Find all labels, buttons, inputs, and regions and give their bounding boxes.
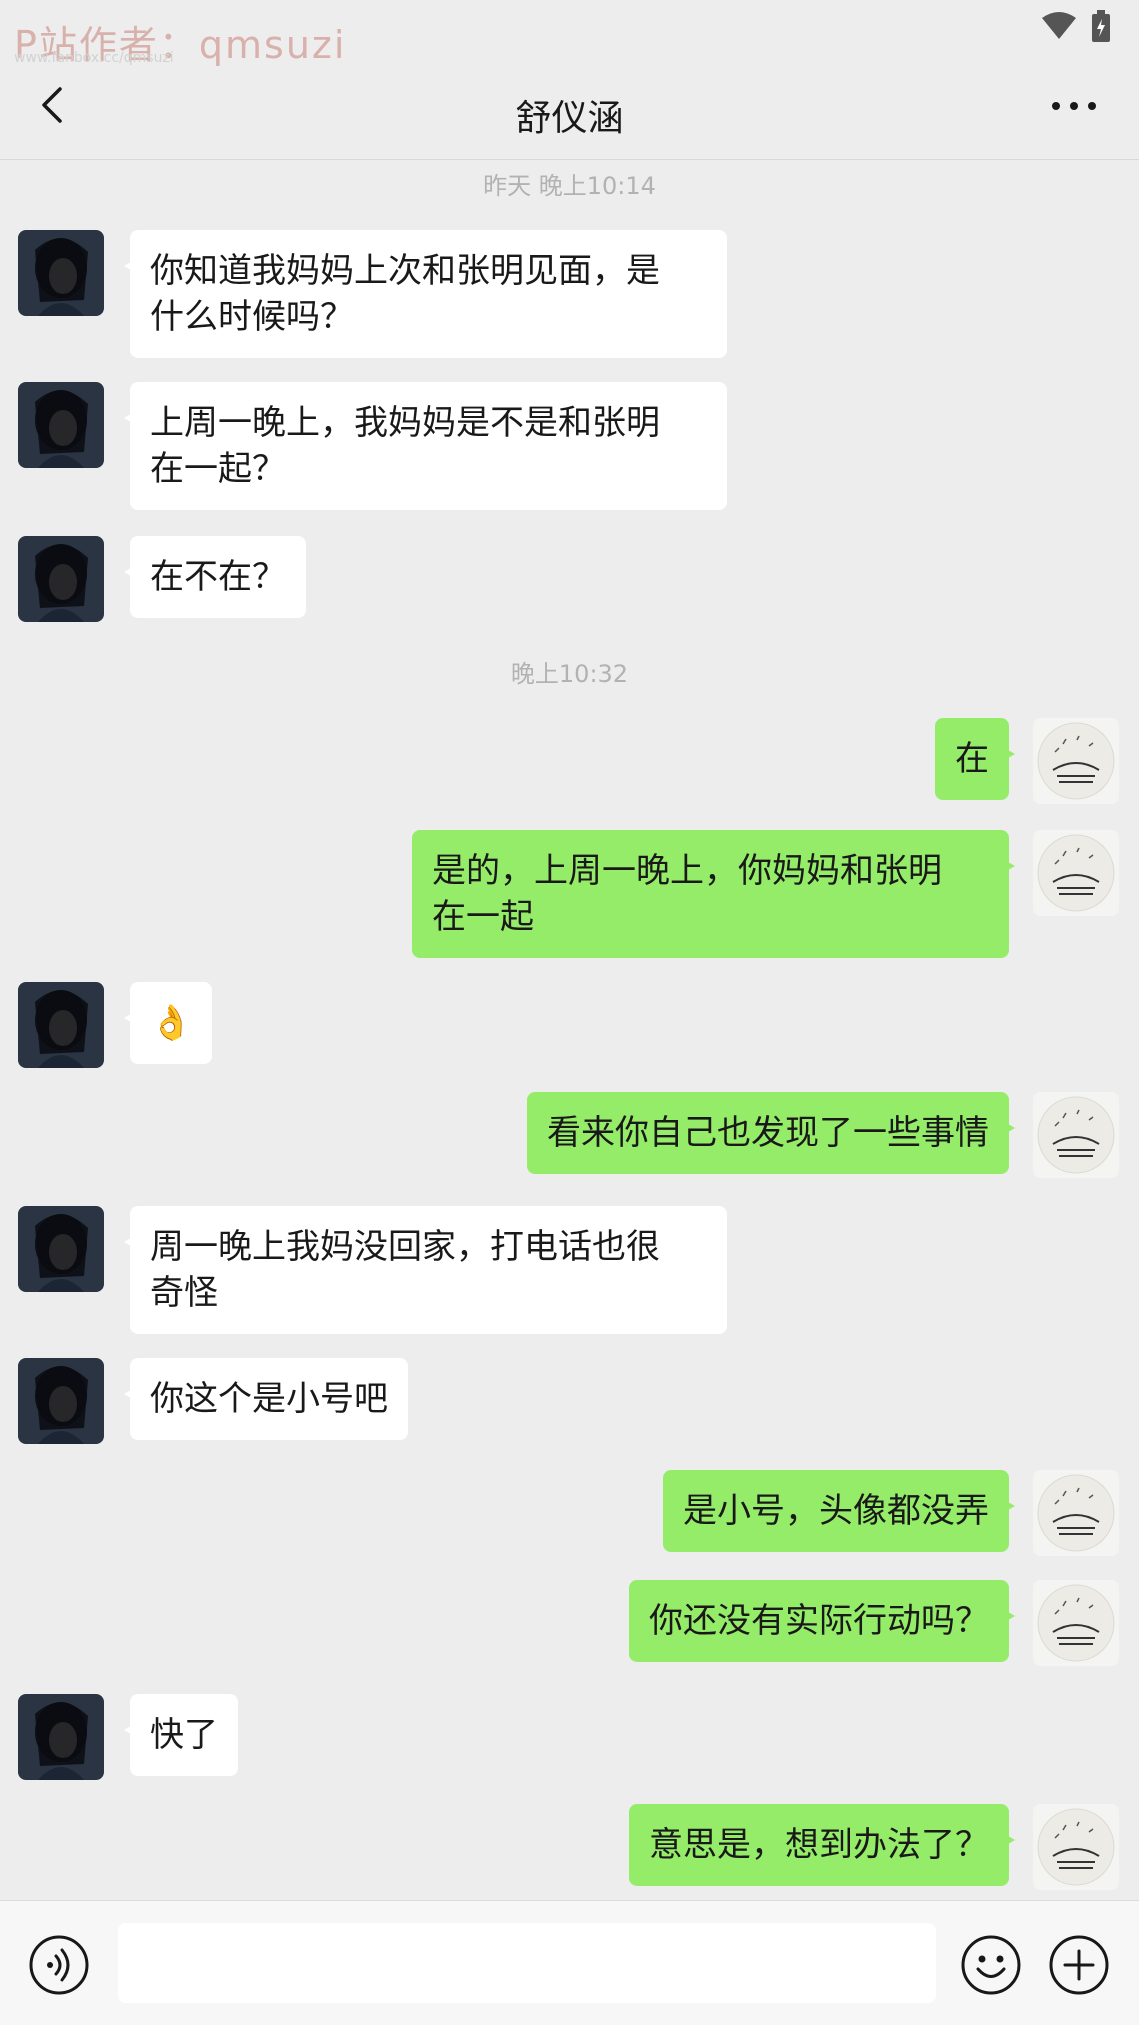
message-text: 看来你自己也发现了一些事情 bbox=[547, 1113, 989, 1153]
message-bubble[interactable]: 看来你自己也发现了一些事情 bbox=[527, 1092, 1015, 1174]
timestamp: 昨天 晚上10:14 bbox=[483, 172, 656, 200]
chat-area[interactable]: 昨天 晚上10:14 你知道我妈妈上次和张明见面，是 什么时候吗？ 上周一晚上，… bbox=[0, 160, 1139, 1900]
timestamp: 晚上10:32 bbox=[510, 660, 629, 688]
message-bubble[interactable]: 在不在？ bbox=[124, 536, 306, 618]
message-bubble[interactable]: 👌 bbox=[123, 982, 213, 1064]
contact-avatar[interactable] bbox=[18, 1206, 104, 1292]
voice-icon[interactable] bbox=[28, 1934, 90, 1996]
self-avatar[interactable] bbox=[1033, 830, 1119, 916]
self-avatar[interactable] bbox=[1033, 1470, 1119, 1556]
message-text: 是小号，头像都没弄 bbox=[683, 1491, 989, 1531]
self-avatar[interactable] bbox=[1033, 1580, 1119, 1666]
message-text: 在 bbox=[955, 739, 989, 779]
message-text: 你这个是小号吧 bbox=[150, 1379, 388, 1419]
message-bubble[interactable]: 意思是，想到办法了？ bbox=[629, 1804, 1015, 1886]
battery-icon bbox=[1092, 10, 1110, 42]
message-bubble[interactable]: 你还没有实际行动吗？ bbox=[629, 1580, 1015, 1662]
message-bubble[interactable]: 是的，上周一晚上，你妈妈和张明 在一起 bbox=[412, 830, 1015, 958]
message-bubble[interactable]: 上周一晚上，我妈妈是不是和张明 在一起？ bbox=[124, 382, 727, 510]
message-bubble[interactable]: 是小号，头像都没弄 bbox=[663, 1470, 1015, 1552]
self-avatar[interactable] bbox=[1033, 718, 1119, 804]
contact-avatar[interactable] bbox=[18, 230, 104, 316]
message-text: 是的，上周一晚上，你妈妈和张明 在一起 bbox=[432, 851, 942, 937]
more-icon[interactable] bbox=[1049, 91, 1099, 121]
message-text: 你知道我妈妈上次和张明见面，是 什么时候吗？ bbox=[150, 251, 660, 337]
message-bubble[interactable]: 你知道我妈妈上次和张明见面，是 什么时候吗？ bbox=[124, 230, 727, 358]
contact-avatar[interactable] bbox=[18, 382, 104, 468]
self-avatar[interactable] bbox=[1033, 1804, 1119, 1890]
message-text: 上周一晚上，我妈妈是不是和张明 在一起？ bbox=[150, 403, 660, 489]
plus-icon[interactable] bbox=[1048, 1934, 1110, 1996]
message-bubble[interactable]: 你这个是小号吧 bbox=[124, 1358, 408, 1440]
message-text: 周一晚上我妈没回家，打电话也很 奇怪 bbox=[150, 1227, 660, 1313]
chat-title: 舒仪涵 bbox=[515, 98, 624, 139]
message-text: 意思是，想到办法了？ bbox=[649, 1825, 989, 1865]
message-bubble[interactable]: 快了 bbox=[124, 1694, 238, 1776]
message-text: 你还没有实际行动吗？ bbox=[649, 1601, 989, 1641]
message-bubble[interactable]: 在 bbox=[935, 718, 1015, 800]
contact-avatar[interactable] bbox=[18, 1694, 104, 1780]
status-bar: P站作者：qmsuzi www.fanbox.cc/qmsuzi bbox=[0, 0, 1139, 67]
emoji-icon[interactable] bbox=[960, 1934, 1022, 1996]
contact-avatar[interactable] bbox=[18, 982, 104, 1068]
wifi-icon bbox=[1042, 12, 1076, 39]
self-avatar[interactable] bbox=[1033, 1092, 1119, 1178]
message-input[interactable] bbox=[118, 1923, 936, 2003]
navbar: 舒仪涵 bbox=[0, 55, 1139, 160]
composer-bar bbox=[0, 1900, 1139, 2025]
contact-avatar[interactable] bbox=[18, 1358, 104, 1444]
message-text: 在不在？ bbox=[150, 557, 286, 597]
message-emoji: 👌 bbox=[150, 1003, 193, 1043]
message-text: 快了 bbox=[150, 1715, 218, 1755]
contact-avatar[interactable] bbox=[18, 536, 104, 622]
message-bubble[interactable]: 周一晚上我妈没回家，打电话也很 奇怪 bbox=[124, 1206, 727, 1334]
